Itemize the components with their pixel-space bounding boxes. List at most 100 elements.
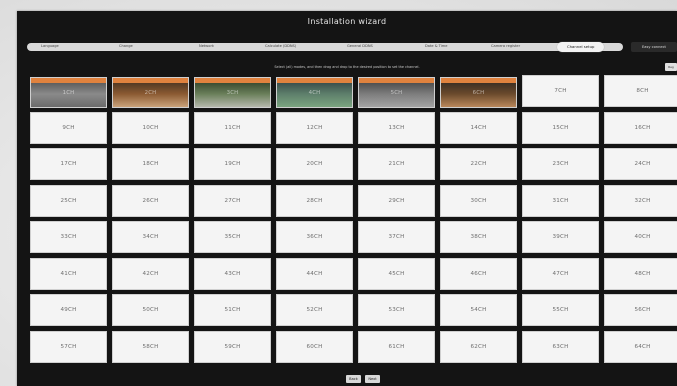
channel-cell[interactable]: 45CH — [358, 257, 435, 290]
channel-cell[interactable]: 6CH — [440, 77, 517, 108]
step-general-ddns[interactable]: General DDNS — [347, 44, 373, 48]
step-date-time[interactable]: Date & Time — [425, 44, 447, 48]
channel-label: 6CH — [472, 89, 485, 96]
channel-cell[interactable]: 26CH — [112, 184, 189, 217]
channel-cell[interactable]: 24CH — [604, 148, 677, 180]
channel-cell[interactable]: 40CH — [604, 221, 677, 253]
channel-cell[interactable]: 22CH — [440, 148, 517, 180]
channel-cell[interactable]: 41CH — [30, 257, 107, 290]
channel-cell[interactable]: 42CH — [112, 257, 189, 290]
channel-cell[interactable]: 18CH — [112, 148, 189, 180]
channel-cell[interactable]: 3CH — [194, 77, 271, 108]
channel-label: 45CH — [388, 270, 405, 277]
channel-cell[interactable]: 14CH — [440, 111, 517, 144]
camera-title-bar — [277, 78, 352, 83]
channel-cell[interactable]: 20CH — [276, 148, 353, 180]
channel-cell[interactable]: 9CH — [30, 111, 107, 144]
back-button[interactable]: Back — [346, 375, 361, 383]
channel-cell[interactable]: 5CH — [358, 77, 435, 108]
channel-cell[interactable]: 61CH — [358, 330, 435, 363]
channel-cell[interactable]: 30CH — [440, 184, 517, 217]
tab-easy-connect[interactable]: Easy connect — [631, 42, 677, 52]
channel-cell[interactable]: 27CH — [194, 184, 271, 217]
channel-label: 36CH — [306, 234, 323, 240]
channel-cell[interactable]: 50CH — [112, 294, 189, 326]
channel-cell[interactable]: 28CH — [276, 184, 353, 217]
channel-cell[interactable]: 51CH — [194, 294, 271, 326]
channel-label: 49CH — [60, 307, 77, 313]
channel-label: 39CH — [552, 234, 569, 240]
wizard-steps: Language Change Network Calculate (DDNS)… — [27, 42, 677, 52]
channel-cell[interactable]: 16CH — [604, 111, 677, 144]
step-channel-setup[interactable]: Channel setup — [557, 42, 605, 52]
channel-label: 55CH — [552, 307, 569, 313]
channel-label: 27CH — [224, 197, 241, 204]
channel-label: 31CH — [552, 197, 569, 204]
channel-label: 46CH — [470, 270, 487, 277]
channel-cell[interactable]: 19CH — [194, 148, 271, 180]
channel-label: 61CH — [388, 343, 405, 350]
channel-label: 47CH — [552, 270, 569, 277]
channel-cell[interactable]: 54CH — [440, 294, 517, 326]
step-camera-register[interactable]: Camera register — [491, 44, 520, 48]
channel-cell[interactable]: 10CH — [112, 111, 189, 144]
channel-cell[interactable]: 59CH — [194, 330, 271, 363]
channel-cell[interactable]: 58CH — [112, 330, 189, 363]
channel-cell[interactable]: 32CH — [604, 184, 677, 217]
channel-cell[interactable]: 15CH — [522, 111, 599, 144]
channel-cell[interactable]: 25CH — [30, 184, 107, 217]
channel-cell[interactable]: 11CH — [194, 111, 271, 144]
channel-label: 64CH — [634, 343, 651, 350]
register-button[interactable]: Reg — [665, 63, 677, 71]
channel-cell[interactable]: 38CH — [440, 221, 517, 253]
channel-cell[interactable]: 21CH — [358, 148, 435, 180]
channel-cell[interactable]: 31CH — [522, 184, 599, 217]
step-language[interactable]: Language — [41, 44, 59, 48]
channel-cell[interactable]: 33CH — [30, 221, 107, 253]
channel-label: 33CH — [60, 234, 77, 240]
next-button[interactable]: Next — [365, 375, 380, 383]
step-calculate-ddns[interactable]: Calculate (DDNS) — [265, 44, 296, 48]
channel-cell[interactable]: 4CH — [276, 77, 353, 108]
channel-cell[interactable]: 53CH — [358, 294, 435, 326]
channel-label: 50CH — [142, 307, 159, 313]
channel-cell[interactable]: 1CH — [30, 77, 107, 108]
channel-cell[interactable]: 49CH — [30, 294, 107, 326]
channel-cell[interactable]: 48CH — [604, 257, 677, 290]
channel-cell[interactable]: 34CH — [112, 221, 189, 253]
channel-cell[interactable]: 62CH — [440, 330, 517, 363]
channel-cell[interactable]: 7CH — [522, 75, 599, 107]
channel-cell[interactable]: 13CH — [358, 111, 435, 144]
channel-cell[interactable]: 47CH — [522, 257, 599, 290]
channel-cell[interactable]: 12CH — [276, 111, 353, 144]
channel-cell[interactable]: 43CH — [194, 257, 271, 290]
channel-cell[interactable]: 8CH — [604, 75, 677, 107]
channel-label: 34CH — [142, 234, 159, 240]
channel-cell[interactable]: 64CH — [604, 330, 677, 363]
channel-label: 3CH — [226, 89, 239, 96]
channel-label: 35CH — [224, 234, 241, 240]
channel-cell[interactable]: 46CH — [440, 257, 517, 290]
channel-cell[interactable]: 56CH — [604, 294, 677, 326]
channel-cell[interactable]: 57CH — [30, 330, 107, 363]
channel-cell[interactable]: 29CH — [358, 184, 435, 217]
channel-label: 59CH — [224, 343, 241, 350]
channel-cell[interactable]: 17CH — [30, 148, 107, 180]
channel-cell[interactable]: 52CH — [276, 294, 353, 326]
channel-cell[interactable]: 55CH — [522, 294, 599, 326]
channel-cell[interactable]: 35CH — [194, 221, 271, 253]
channel-cell[interactable]: 63CH — [522, 330, 599, 363]
channel-label: 10CH — [142, 124, 159, 131]
step-network[interactable]: Network — [199, 44, 214, 48]
channel-cell[interactable]: 37CH — [358, 221, 435, 253]
channel-label: 58CH — [142, 343, 159, 350]
channel-cell[interactable]: 60CH — [276, 330, 353, 363]
channel-cell[interactable]: 2CH — [112, 77, 189, 108]
channel-label: 60CH — [306, 343, 323, 350]
channel-cell[interactable]: 44CH — [276, 257, 353, 290]
channel-label: 1CH — [62, 89, 75, 96]
channel-cell[interactable]: 39CH — [522, 221, 599, 253]
channel-cell[interactable]: 23CH — [522, 148, 599, 180]
step-change[interactable]: Change — [119, 44, 133, 48]
channel-cell[interactable]: 36CH — [276, 221, 353, 253]
